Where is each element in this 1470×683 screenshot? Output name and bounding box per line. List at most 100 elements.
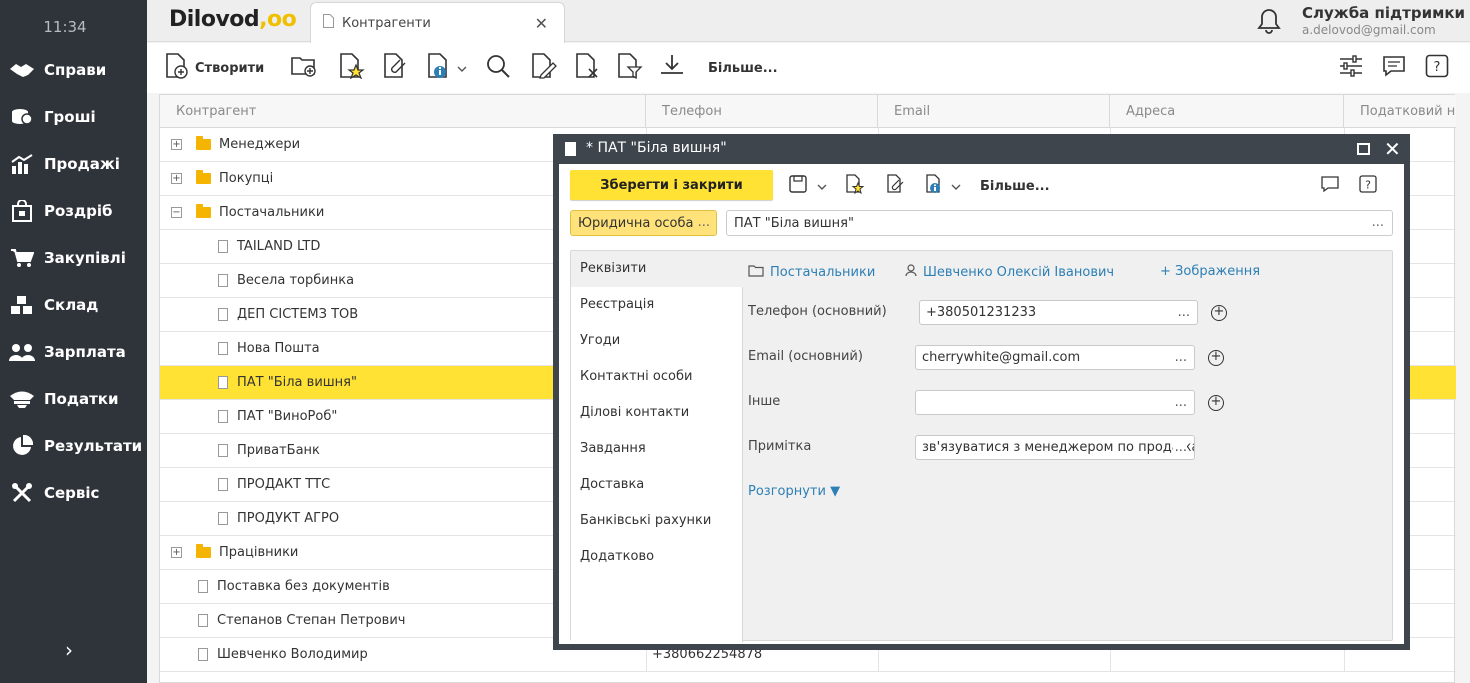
phone-more[interactable]: ... <box>1175 305 1190 320</box>
folder-link[interactable]: Постачальники <box>748 264 875 281</box>
expand-icon[interactable]: + <box>171 139 182 150</box>
edit-button[interactable] <box>531 53 557 83</box>
maximize-icon[interactable] <box>1357 143 1370 155</box>
name-cell: ПАТ "ВиноРоб" <box>218 400 337 433</box>
tab-bankivski-rakhunky[interactable]: Банківські рахунки <box>571 503 743 539</box>
name-cell: Шевченко Володимир <box>198 638 368 671</box>
attach-button[interactable] <box>383 53 409 83</box>
nav-item-rezultaty[interactable]: Результати <box>0 426 147 466</box>
create-button[interactable]: Створити <box>165 53 264 83</box>
more-button[interactable]: Більше... <box>980 174 1050 198</box>
boxes-icon <box>9 294 35 316</box>
info-button[interactable] <box>925 174 961 198</box>
email-more[interactable]: ... <box>1172 350 1187 365</box>
add-other-contact-button[interactable]: + <box>1208 395 1224 411</box>
tab-close-icon[interactable]: ✕ <box>535 14 548 33</box>
column-header[interactable]: Email <box>878 95 1110 128</box>
nav-label: Податки <box>44 390 119 408</box>
note-more[interactable]: ... <box>1172 440 1187 455</box>
favorite-button[interactable] <box>845 174 865 198</box>
other-contact-more[interactable]: ... <box>1172 395 1187 410</box>
tab-rekvizyty[interactable]: Реквізити <box>571 251 743 287</box>
name-text: Весела торбинка <box>237 273 355 288</box>
expand-link[interactable]: Розгорнути ▼ <box>748 484 840 499</box>
tab-dodatkovo[interactable]: Додатково <box>571 539 743 575</box>
save-button[interactable] <box>789 174 827 198</box>
star-document-icon <box>339 53 365 83</box>
filter-button[interactable] <box>617 53 643 83</box>
bell-icon[interactable] <box>1257 8 1281 34</box>
attach-button[interactable] <box>886 174 906 198</box>
download-button[interactable] <box>659 53 685 83</box>
column-header[interactable]: Адреса <box>1110 95 1344 128</box>
nav-item-rozdrib[interactable]: Роздріб <box>0 191 147 231</box>
document-icon <box>218 308 228 321</box>
tab-kontaktni-osoby[interactable]: Контактні особи <box>571 359 743 395</box>
nav-item-spravy[interactable]: Справи <box>0 50 147 90</box>
main-sidebar: 11:34 Справи Гроші Продажі Роздріб Закуп… <box>0 0 147 683</box>
chat-button[interactable] <box>1321 174 1339 198</box>
contractor-name-value: ПАТ "Біла вишня" <box>734 215 854 231</box>
expand-icon[interactable]: + <box>171 547 182 558</box>
tab-dilovi-kontakty[interactable]: Ділові контакти <box>571 395 743 431</box>
nav-item-sklad[interactable]: Склад <box>0 285 147 325</box>
add-image-link[interactable]: + Зображення <box>1160 264 1260 279</box>
support-info[interactable]: Служба підтримки a.delovod@gmail.com <box>1302 4 1465 37</box>
help-button[interactable]: ? <box>1359 174 1377 198</box>
email-field[interactable]: cherrywhite@gmail.com ... <box>915 345 1195 370</box>
app-logo[interactable]: Dilovod,oo <box>169 7 297 32</box>
expand-icon[interactable]: + <box>171 173 182 184</box>
sidebar-expand-button[interactable]: › <box>58 638 80 664</box>
nav-item-zakupivli[interactable]: Закупівлі <box>0 238 147 278</box>
close-icon[interactable]: ✕ <box>1384 137 1401 161</box>
tab-reiestratsiia[interactable]: Реєстрація <box>571 287 743 323</box>
nav-item-zarplata[interactable]: Зарплата <box>0 332 147 372</box>
nav-label: Сервіс <box>44 484 100 502</box>
add-email-button[interactable]: + <box>1208 350 1224 366</box>
add-phone-button[interactable]: + <box>1211 305 1227 321</box>
name-text: ПриватБанк <box>237 443 320 458</box>
contractor-name-field[interactable]: ПАТ "Біла вишня" ... <box>726 210 1393 236</box>
document-icon <box>218 376 228 389</box>
dialog-title: * ПАТ "Біла вишня" <box>586 140 727 156</box>
other-contact-field[interactable]: ... <box>915 390 1195 415</box>
tab-uhody[interactable]: Угоди <box>571 323 743 359</box>
collapse-icon[interactable]: − <box>171 207 182 218</box>
chat-button[interactable] <box>1382 53 1406 83</box>
column-header[interactable]: Телефон <box>646 95 878 128</box>
name-cell: ПриватБанк <box>218 434 320 467</box>
info-button[interactable] <box>427 53 467 83</box>
favorite-button[interactable] <box>339 53 365 83</box>
nav-item-groshi[interactable]: Гроші <box>0 97 147 137</box>
help-button[interactable]: ? <box>1425 53 1449 83</box>
details-panel: Реквізити Реєстрація Угоди Контактні осо… <box>570 250 1393 642</box>
note-field[interactable]: зв'язуватися з менеджером по продажах ..… <box>915 435 1195 460</box>
responsible-person-link[interactable]: Шевченко Олексій Іванович <box>905 264 1114 281</box>
entity-type-button[interactable]: Юридична особа ... <box>570 210 717 236</box>
name-text: TAILAND LTD <box>237 239 321 254</box>
column-header[interactable]: Податковий н <box>1344 95 1456 128</box>
folder-icon <box>196 204 211 218</box>
tab-kontragenty[interactable]: Контрагенти ✕ <box>310 2 565 43</box>
nav-item-servis[interactable]: Сервіс <box>0 473 147 513</box>
name-select-button[interactable]: ... <box>1372 215 1384 230</box>
phone-field[interactable]: +380501231233 ... <box>919 300 1198 325</box>
sliders-icon <box>1339 54 1363 82</box>
name-cell: + Покупці <box>171 162 273 195</box>
more-button[interactable]: Більше... <box>702 53 778 83</box>
tab-zavdannia[interactable]: Завдання <box>571 431 743 467</box>
logo-text: Dilovod <box>169 7 260 32</box>
new-folder-button[interactable] <box>291 53 317 83</box>
svg-text:?: ? <box>1434 60 1441 75</box>
nav-item-podatky[interactable]: Податки <box>0 379 147 419</box>
settings-button[interactable] <box>1339 53 1363 83</box>
search-button[interactable] <box>485 53 511 83</box>
dialog-titlebar: * ПАТ "Біла вишня" ✕ <box>553 134 1410 164</box>
logo-suffix: ,oo <box>259 7 297 32</box>
column-header[interactable]: Контрагент <box>160 95 646 128</box>
save-and-close-button[interactable]: Зберегти і закрити <box>570 170 773 200</box>
nav-item-prodazhi[interactable]: Продажі <box>0 144 147 184</box>
mark-delete-button[interactable] <box>575 53 601 83</box>
people-icon <box>9 341 35 363</box>
tab-dostavka[interactable]: Доставка <box>571 467 743 503</box>
